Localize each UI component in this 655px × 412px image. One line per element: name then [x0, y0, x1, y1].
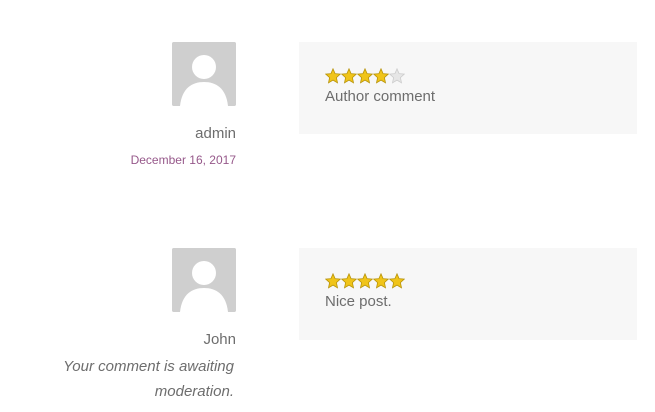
moderation-notice: Your comment is awaiting moderation.: [63, 358, 234, 400]
star-filled-icon: [373, 68, 389, 84]
star-rating: [325, 68, 405, 84]
review-bubble: Author comment: [299, 42, 637, 134]
star-rating: [325, 273, 405, 289]
star-filled-icon: [325, 273, 341, 289]
star-filled-icon: [341, 68, 357, 84]
reviews-list: admin December 16, 2017 Author comment J…: [0, 0, 655, 412]
user-silhouette-icon: [172, 248, 236, 312]
review-text: Author comment: [325, 88, 436, 105]
avatar: [172, 42, 236, 106]
review-date-link[interactable]: December 16, 2017: [131, 153, 236, 167]
star-filled-icon: [325, 68, 341, 84]
star-empty-icon: [389, 68, 405, 84]
review-bubble: Nice post.: [299, 248, 637, 340]
star-filled-icon: [373, 273, 389, 289]
user-silhouette-icon: [172, 42, 236, 106]
star-filled-icon: [357, 273, 373, 289]
review-author: John: [203, 331, 236, 348]
star-filled-icon: [341, 273, 357, 289]
review-text: Nice post.: [325, 293, 392, 310]
avatar: [172, 248, 236, 312]
star-filled-icon: [389, 273, 405, 289]
star-filled-icon: [357, 68, 373, 84]
review-author: admin: [195, 125, 236, 142]
